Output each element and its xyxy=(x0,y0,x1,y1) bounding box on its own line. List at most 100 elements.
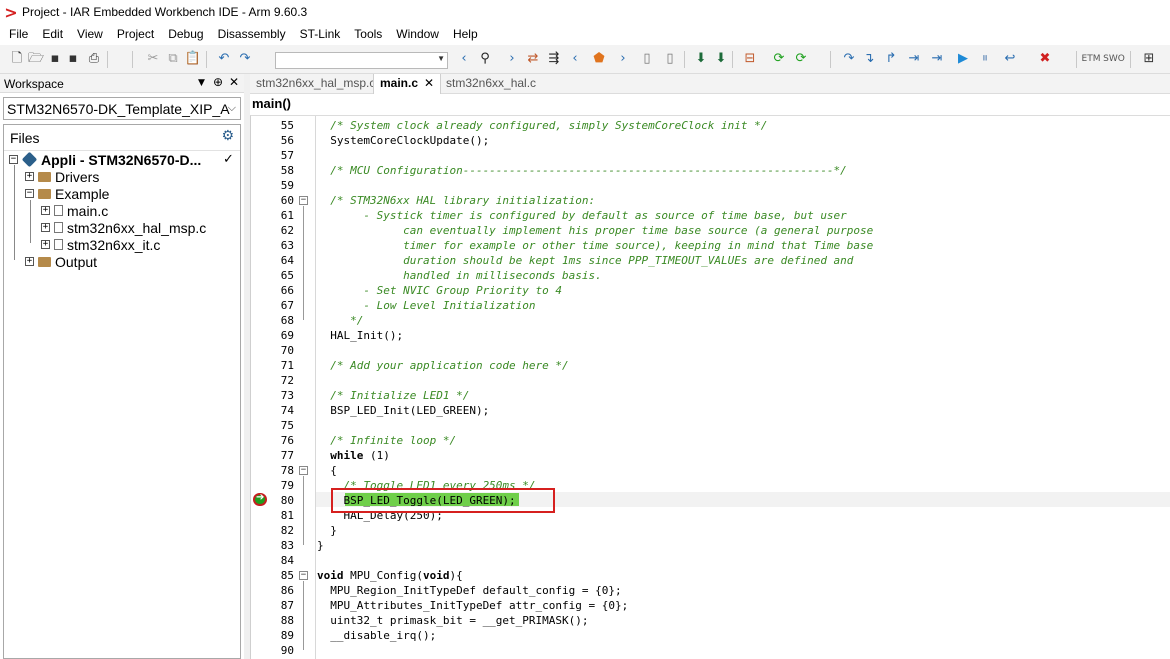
code-line[interactable]: can eventually implement his proper time… xyxy=(317,223,873,238)
dropdown-icon[interactable]: ▼ xyxy=(198,78,205,88)
code-line[interactable]: handled in milliseconds basis. xyxy=(317,268,602,283)
tree-root-appli[interactable]: − Appli - STM32N6570-D... xyxy=(9,151,201,168)
menu-debug[interactable]: Debug xyxy=(161,24,210,45)
expand-icon[interactable]: + xyxy=(41,223,50,232)
tree-item-hal-msp[interactable]: + stm32n6xx_hal_msp.c xyxy=(41,219,206,236)
download-debug-icon[interactable]: ⬇ xyxy=(712,50,730,68)
download-icon[interactable]: ⬇ xyxy=(692,50,710,68)
collapse-icon[interactable]: − xyxy=(25,189,34,198)
expand-icon[interactable]: + xyxy=(41,206,50,215)
bookmark-icon[interactable]: ⬟ xyxy=(590,50,608,68)
code-line[interactable]: timer for example or other time source),… xyxy=(317,238,873,253)
chevron-down-icon[interactable]: ⌵ xyxy=(228,101,236,115)
step-over-icon[interactable]: ↷ xyxy=(840,50,858,68)
swo-button[interactable]: SWO xyxy=(1103,50,1125,68)
make-icon[interactable]: ⟳ xyxy=(770,50,788,68)
toolbar-options-icon[interactable]: ⊞ xyxy=(1140,50,1158,68)
break-icon[interactable]: ⏸ xyxy=(976,50,994,68)
code-line[interactable]: HAL_Init(); xyxy=(317,328,403,343)
prev-bookmark-icon[interactable]: ‹ xyxy=(566,50,584,68)
undo-icon[interactable]: ↶ xyxy=(215,50,233,68)
fold-toggle-icon[interactable]: − xyxy=(299,571,308,580)
tree-item-example[interactable]: − Example xyxy=(25,185,109,202)
search-combobox[interactable]: ▼ xyxy=(275,52,448,69)
code-line[interactable]: void MPU_Config(void){ xyxy=(317,568,463,583)
reset-debug-icon[interactable]: ↩ xyxy=(1001,50,1019,68)
tab-hal-c[interactable]: stm32n6xx_hal.c xyxy=(440,74,542,94)
expand-icon[interactable]: + xyxy=(25,257,34,266)
go-icon[interactable]: ▶ xyxy=(954,50,972,68)
code-line[interactable]: { xyxy=(317,463,337,478)
print-icon[interactable]: ⎙ xyxy=(85,50,103,68)
code-line[interactable]: __disable_irq(); xyxy=(317,628,436,643)
menu-window[interactable]: Window xyxy=(389,24,446,45)
step-into-icon[interactable]: ↴ xyxy=(860,50,878,68)
next-statement-icon[interactable]: ⇥ xyxy=(905,50,923,68)
tree-item-main-c[interactable]: + main.c xyxy=(41,202,108,219)
menu-tools[interactable]: Tools xyxy=(347,24,389,45)
code-line[interactable]: duration should be kept 1ms since PPP_TI… xyxy=(317,253,853,268)
find-prev-icon[interactable]: ▯ xyxy=(638,50,656,68)
save-all-icon[interactable]: ▪ xyxy=(64,50,82,68)
menu-help[interactable]: Help xyxy=(446,24,485,45)
code-line[interactable]: /* Initialize LED1 */ xyxy=(317,388,469,403)
etm-button[interactable]: ETM xyxy=(1080,50,1102,68)
build-icon[interactable]: ⊟ xyxy=(741,50,759,68)
tab-hal-msp[interactable]: stm32n6xx_hal_msp.c xyxy=(250,74,381,94)
paste-icon[interactable]: 📋 xyxy=(184,50,202,68)
cut-icon[interactable]: ✂ xyxy=(144,50,162,68)
code-line[interactable]: /* Add your application code here */ xyxy=(317,358,568,373)
menu-st-link[interactable]: ST-Link xyxy=(293,24,348,45)
code-line[interactable]: MPU_Region_InitTypeDef default_config = … xyxy=(317,583,621,598)
back-icon[interactable]: ‹ xyxy=(455,50,473,68)
code-line[interactable]: } xyxy=(317,523,337,538)
step-out-icon[interactable]: ↱ xyxy=(882,50,900,68)
code-line[interactable]: /* Infinite loop */ xyxy=(317,433,456,448)
stop-debug-icon[interactable]: ✖ xyxy=(1036,50,1054,68)
menu-view[interactable]: View xyxy=(70,24,110,45)
reset-icon[interactable]: ⟳ xyxy=(792,50,810,68)
find-icon[interactable]: ⚲ xyxy=(476,50,494,68)
code-line[interactable]: /* STM32N6xx HAL library initialization: xyxy=(317,193,595,208)
code-line[interactable]: /* System clock already configured, simp… xyxy=(317,118,767,133)
code-line[interactable]: MPU_Attributes_InitTypeDef attr_config =… xyxy=(317,598,628,613)
menu-project[interactable]: Project xyxy=(110,24,161,45)
goto-icon[interactable]: ⇶ xyxy=(545,50,563,68)
tab-main-c[interactable]: main.c ✕ xyxy=(373,74,442,94)
tree-item-it-c[interactable]: + stm32n6xx_it.c xyxy=(41,236,160,253)
fold-toggle-icon[interactable]: − xyxy=(299,466,308,475)
expand-icon[interactable]: + xyxy=(41,240,50,249)
code-line[interactable]: BSP_LED_Init(LED_GREEN); xyxy=(317,403,489,418)
collapse-icon[interactable]: − xyxy=(9,155,18,164)
code-line[interactable]: uint32_t primask_bit = __get_PRIMASK(); xyxy=(317,613,588,628)
menu-edit[interactable]: Edit xyxy=(35,24,70,45)
next-bookmark-icon[interactable]: › xyxy=(614,50,632,68)
code-line[interactable]: - Low Level Initialization xyxy=(317,298,535,313)
new-file-icon[interactable]: 🗋 xyxy=(8,50,26,68)
code-line[interactable]: - Systick timer is configured by default… xyxy=(317,208,846,223)
run-to-cursor-icon[interactable]: ⇥ xyxy=(928,50,946,68)
save-icon[interactable]: ▪ xyxy=(46,50,64,68)
fold-toggle-icon[interactable]: − xyxy=(299,196,308,205)
menu-disassembly[interactable]: Disassembly xyxy=(211,24,293,45)
copy-icon[interactable]: ⧉ xyxy=(164,50,182,68)
code-line[interactable]: */ xyxy=(317,313,363,328)
configuration-select[interactable]: STM32N6570-DK_Template_XIP_A ⌵ xyxy=(3,97,241,120)
redo-icon[interactable]: ↷ xyxy=(236,50,254,68)
pin-icon[interactable]: ⊕ xyxy=(213,75,223,89)
find-next-icon[interactable]: ▯ xyxy=(661,50,679,68)
tree-item-drivers[interactable]: + Drivers xyxy=(25,168,99,185)
gear-icon[interactable]: ⚙ xyxy=(221,128,234,144)
expand-icon[interactable]: + xyxy=(25,172,34,181)
code-line[interactable]: /* MCU Configuration--------------------… xyxy=(317,163,847,178)
menu-file[interactable]: File xyxy=(2,24,35,45)
code-line[interactable]: - Set NVIC Group Priority to 4 xyxy=(317,283,562,298)
chevron-down-icon[interactable]: ▼ xyxy=(437,54,445,63)
tree-item-output[interactable]: + Output xyxy=(25,253,97,270)
toggle-bookmark-icon[interactable]: ⇄ xyxy=(524,50,542,68)
forward-icon[interactable]: › xyxy=(503,50,521,68)
code-line[interactable]: while (1) xyxy=(317,448,390,463)
open-icon[interactable]: 🗁 xyxy=(27,50,45,68)
code-line[interactable]: } xyxy=(317,538,324,553)
code-line[interactable]: SystemCoreClockUpdate(); xyxy=(317,133,489,148)
